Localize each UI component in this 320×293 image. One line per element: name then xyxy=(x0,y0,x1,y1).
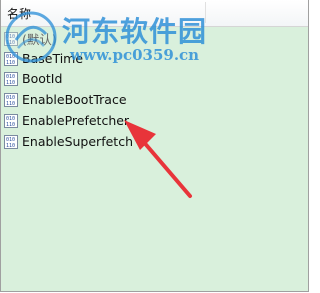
value-name: (默认) xyxy=(22,32,57,47)
name-column-header[interactable]: 名称 xyxy=(7,5,31,22)
value-name: EnableSuperfetch xyxy=(22,134,133,149)
list-item-enablesuperfetch[interactable]: 010 110 EnableSuperfetch xyxy=(4,131,294,152)
registry-binary-icon: 010 110 xyxy=(4,134,18,149)
registry-binary-icon: 010 110 xyxy=(4,51,18,66)
list-item-bootid[interactable]: 010 110 BootId xyxy=(4,68,294,89)
list-item-enableprefetcher[interactable]: 010 110 EnablePrefetcher xyxy=(4,110,294,131)
list-item-basetime[interactable]: 010 110 BaseTime xyxy=(4,48,294,69)
registry-binary-icon: 010 110 xyxy=(4,92,18,107)
value-name: EnableBootTrace xyxy=(22,92,127,107)
value-name: BootId xyxy=(22,71,63,86)
column-header: 名称 xyxy=(1,0,308,27)
svg-text:110: 110 xyxy=(6,80,15,86)
list-item-enableboottrace[interactable]: 010 110 EnableBootTrace xyxy=(4,89,294,110)
registry-binary-icon: 010 110 xyxy=(4,71,18,86)
svg-text:110: 110 xyxy=(6,60,15,66)
svg-text:110: 110 xyxy=(6,40,15,46)
registry-binary-icon: 010 110 xyxy=(4,31,18,46)
svg-text:110: 110 xyxy=(6,101,15,107)
value-name: BaseTime xyxy=(22,51,84,66)
svg-text:110: 110 xyxy=(6,143,15,149)
registry-binary-icon: 010 110 xyxy=(4,113,18,128)
svg-text:110: 110 xyxy=(6,122,15,128)
registry-values-pane: 名称 010 110 (默认) 010 110 BaseTime 010 110 xyxy=(0,0,309,292)
column-divider[interactable] xyxy=(205,2,206,23)
value-name: EnablePrefetcher xyxy=(22,113,130,128)
list-item-default[interactable]: 010 110 (默认) xyxy=(4,28,294,49)
